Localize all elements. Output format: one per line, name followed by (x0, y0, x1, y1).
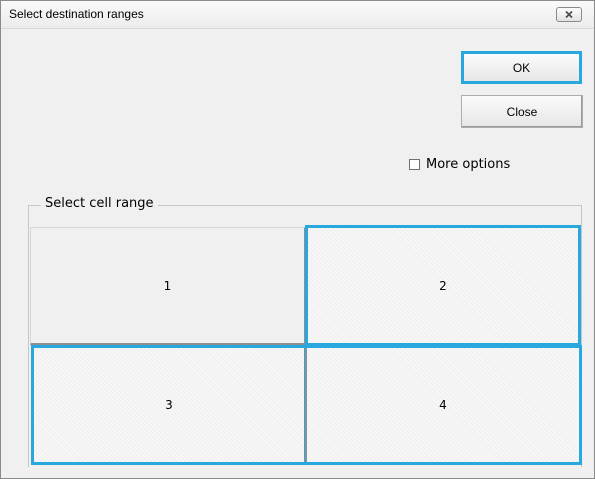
more-options-row[interactable]: More options (409, 156, 510, 172)
close-button[interactable]: Close (461, 95, 583, 128)
range-cell-4[interactable]: 4 (304, 345, 582, 465)
close-icon (565, 10, 573, 19)
more-options-checkbox[interactable] (409, 158, 420, 170)
ok-button-label: OK (512, 60, 531, 75)
more-options-label: More options (426, 156, 511, 172)
range-cell-2[interactable]: 2 (305, 225, 581, 346)
dialog-title: Select destination ranges (9, 7, 144, 21)
cell-divider (305, 348, 307, 462)
range-cell-label: 1 (163, 278, 172, 293)
range-cell-label: 2 (439, 278, 447, 293)
range-cell-label: 4 (439, 398, 447, 412)
close-button-label: Close (506, 104, 538, 119)
range-cell-1[interactable]: 1 (30, 227, 306, 345)
ok-button[interactable]: OK (461, 51, 582, 84)
title-bar: Select destination ranges (1, 1, 594, 29)
groupbox-legend: Select cell range (41, 196, 158, 211)
window-close-button[interactable] (556, 7, 582, 22)
range-cell-label: 3 (165, 398, 173, 412)
range-cell-3[interactable]: 3 (31, 345, 307, 465)
